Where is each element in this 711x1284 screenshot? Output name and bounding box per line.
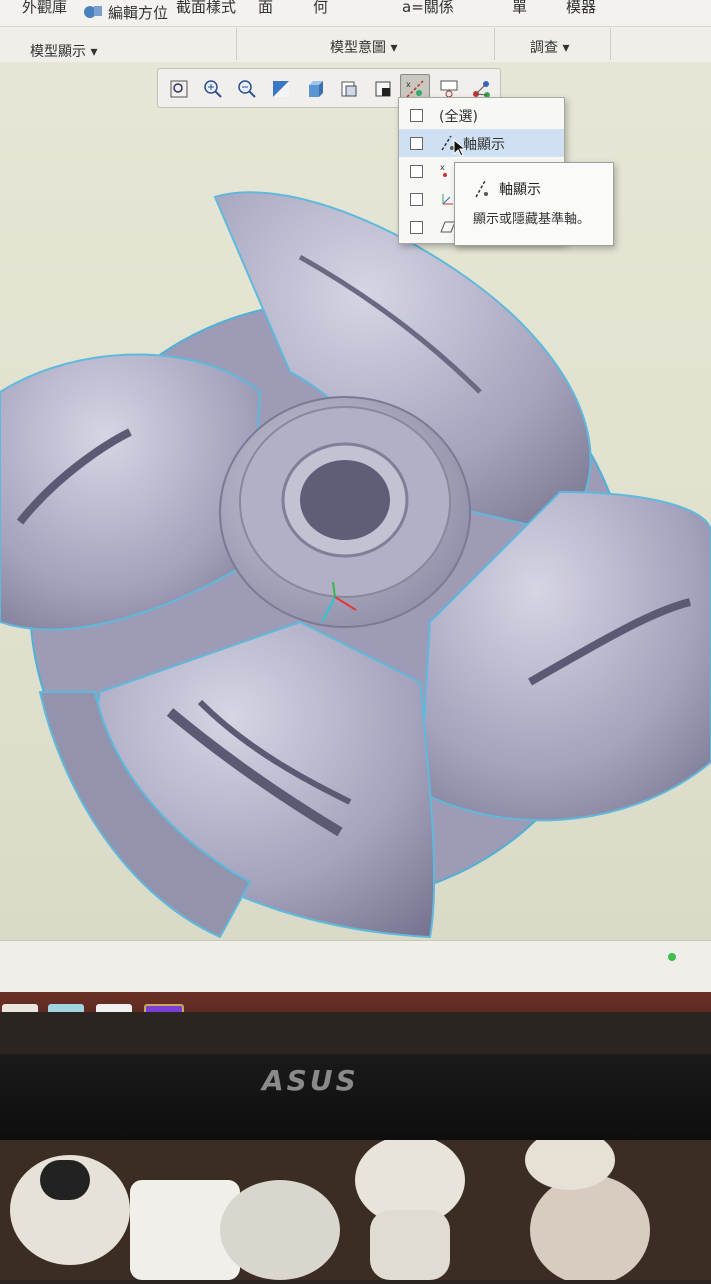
menu-item-axis-display[interactable]: 軸顯示	[399, 129, 564, 157]
monitor-brand-logo: ASUS	[262, 1064, 359, 1097]
mouse-cursor-icon	[453, 139, 467, 157]
display-style-icon	[309, 81, 323, 97]
model-display-group[interactable]: 模型顯示 ▾	[30, 41, 97, 61]
taskbar-photos-icon[interactable]	[2, 1004, 38, 1012]
axis-display-tooltip: 軸顯示 顯示或隱藏基準軸。	[454, 162, 614, 246]
checkbox[interactable]	[410, 137, 423, 150]
group-divider	[610, 28, 611, 60]
hub-bore	[300, 460, 390, 540]
taskbar-app-icon[interactable]	[48, 1004, 84, 1012]
appearance-gallery-button[interactable]: 外觀庫	[22, 0, 67, 17]
checkbox[interactable]	[410, 165, 423, 178]
edit-orientation-icon	[84, 6, 102, 18]
relations-button[interactable]: a=關係	[402, 0, 454, 17]
monitor-bezel: ASUS	[0, 1054, 711, 1140]
menu-item-select-all[interactable]: (全選)	[399, 101, 564, 129]
axis-display-icon	[475, 180, 488, 198]
section-style-button[interactable]: 截面樣式	[176, 0, 236, 17]
menu-item-label: (全選)	[439, 109, 478, 125]
ribbon-commands: 外觀庫 編輯方位 截面樣式 面 何 a=關係 單 模器	[0, 0, 711, 26]
svg-text:x: x	[440, 163, 445, 172]
edit-orientation-button[interactable]: 編輯方位	[108, 2, 168, 23]
repaint-icon	[273, 81, 289, 97]
zoom-in-button[interactable]	[198, 74, 228, 104]
model-button[interactable]: 模器	[566, 0, 596, 17]
measure-unit-button[interactable]: 單	[512, 0, 527, 17]
checkbox[interactable]	[410, 109, 423, 122]
view-manager-button[interactable]	[368, 74, 398, 104]
saved-views-icon	[341, 81, 357, 97]
zoom-out-icon	[238, 80, 256, 98]
zoom-out-button[interactable]	[232, 74, 262, 104]
desk-figurines	[10, 1130, 650, 1284]
tooltip-title: 軸顯示	[499, 182, 541, 198]
checkbox[interactable]	[410, 193, 423, 206]
group-divider	[236, 28, 237, 60]
ribbon: 外觀庫 編輯方位 截面樣式 面 何 a=關係 單 模器 模型顯示 ▾ 模型意圖 …	[0, 0, 711, 63]
saved-views-button[interactable]	[334, 74, 364, 104]
investigate-group[interactable]: 調查 ▾	[530, 37, 569, 57]
group-divider	[494, 28, 495, 60]
view-manager-icon	[375, 81, 391, 97]
taskbar	[0, 992, 711, 1012]
ribbon-group-bar: 模型顯示 ▾ 模型意圖 ▾ 調查 ▾	[0, 26, 711, 63]
status-bar	[0, 940, 711, 993]
tooltip-description: 顯示或隱藏基準軸。	[473, 212, 591, 227]
face-button[interactable]: 面	[258, 0, 273, 17]
monitor-screen: 外觀庫 編輯方位 截面樣式 面 何 a=關係 單 模器 模型顯示 ▾ 模型意圖 …	[0, 0, 711, 1012]
svg-text:x: x	[406, 80, 411, 89]
taskbar-video-icon[interactable]	[96, 1004, 132, 1012]
menu-item-label: 軸顯示	[463, 137, 505, 153]
zoom-fit-button[interactable]	[164, 74, 194, 104]
status-indicator	[668, 953, 676, 961]
zoom-fit-icon	[170, 80, 188, 98]
checkbox[interactable]	[410, 221, 423, 234]
model-intent-group[interactable]: 模型意圖 ▾	[330, 37, 397, 57]
repaint-button[interactable]	[266, 74, 296, 104]
zoom-in-icon	[204, 80, 222, 98]
taskbar-media-player-icon[interactable]	[144, 1004, 184, 1012]
play-icon	[146, 1006, 182, 1012]
geometry-button[interactable]: 何	[313, 0, 328, 17]
desk-area	[0, 1130, 711, 1284]
display-style-button[interactable]	[300, 74, 330, 104]
